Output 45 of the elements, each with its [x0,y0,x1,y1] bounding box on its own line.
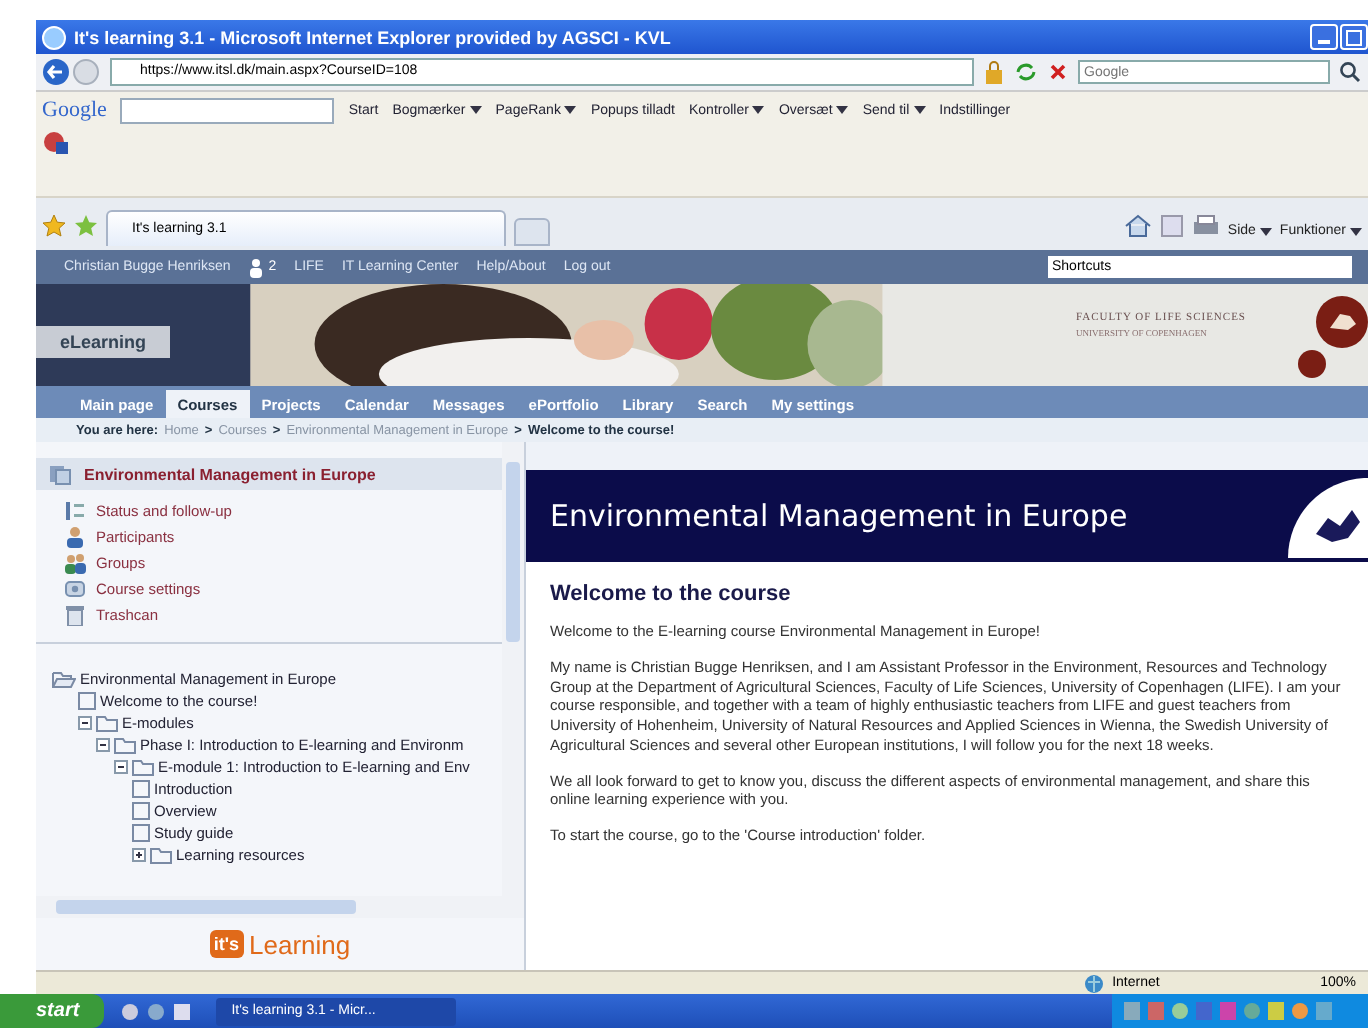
folder-icon [150,846,172,864]
open-folder-icon [52,670,76,688]
course-title: Environmental Management in Europe [550,498,1128,534]
settings-icon [64,578,86,600]
folder-icon [132,758,154,776]
person-icon [64,526,86,548]
home-icon[interactable] [1123,214,1152,238]
refresh-icon[interactable] [1014,60,1038,84]
minimize-icon [1318,40,1330,44]
search-icon[interactable] [1338,60,1362,84]
browser-icon [42,25,66,49]
users-online-icon [248,257,265,277]
course-icon [48,462,72,486]
window-title: It's learning 3.1 - Microsoft Internet Explorer provided by AGSCI - KVL [74,27,671,47]
stop-icon[interactable] [1046,60,1070,84]
university-seal-icon [1296,292,1368,380]
caret-icon [1259,227,1272,235]
collapse-toggle-icon[interactable] [96,738,110,752]
minimize-button[interactable] [1310,24,1338,50]
maximize-icon [1346,29,1362,45]
people-icon [64,552,86,574]
toolbar-addon-icon[interactable] [42,128,70,156]
logo-word: Learning [249,929,351,959]
status-list-icon [64,500,86,522]
google-logo: Google [42,98,107,122]
collapse-toggle-icon[interactable] [78,716,92,730]
trashcan-icon [64,604,86,626]
caret-icon [1350,227,1362,235]
folder-icon [114,736,136,754]
google-search-field[interactable] [120,97,335,123]
logo-badge: it's [209,930,244,958]
maximize-button[interactable] [1340,24,1368,50]
start-button[interactable]: start [0,994,104,1028]
page-icon [78,692,96,710]
elearning-label: eLearning [36,325,171,357]
back-forward-icon[interactable] [42,58,102,86]
folder-icon [96,714,118,732]
globe-icon [1084,973,1105,993]
favorites-star-icon[interactable] [42,214,66,238]
expand-toggle-icon[interactable] [132,848,146,862]
collapse-toggle-icon[interactable] [114,760,128,774]
page-heading: Welcome to the course [550,582,793,606]
print-icon[interactable] [1191,214,1220,238]
course-menu-header: Environmental Management in Europe [36,458,502,490]
lock-icon [982,60,1006,84]
